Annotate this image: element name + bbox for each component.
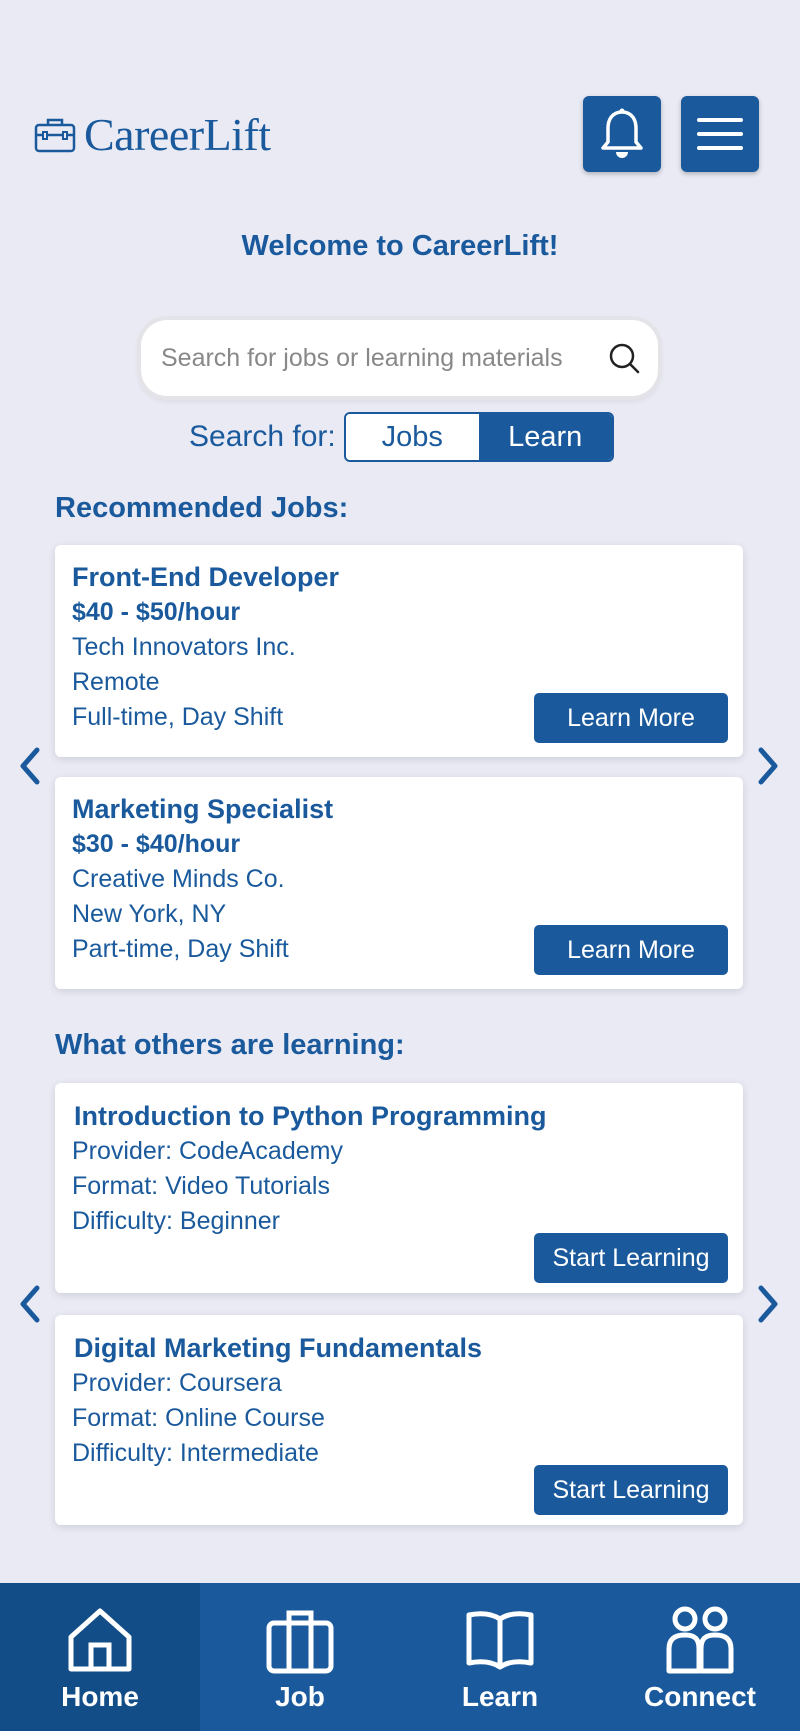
people-icon	[666, 1606, 734, 1674]
job-title: Front-End Developer	[72, 562, 340, 592]
job-card[interactable]: Front-End Developer $40 - $50/hour Tech …	[55, 545, 743, 757]
job-type: Full-time, Day Shift	[72, 703, 284, 731]
job-card[interactable]: Marketing Specialist $30 - $40/hour Crea…	[55, 777, 743, 989]
jobs-next-arrow-icon[interactable]	[753, 746, 783, 786]
search-mode-toggle: Jobs Learn	[343, 412, 614, 462]
course-card[interactable]: Introduction to Python Programming Provi…	[55, 1083, 743, 1293]
nav-home[interactable]: Home	[0, 1583, 200, 1731]
job-pay: $40 - $50/hour	[72, 598, 241, 626]
search-mode-selector: Search for: Jobs Learn	[189, 412, 614, 462]
nav-job[interactable]: Job	[200, 1583, 400, 1731]
search-icon[interactable]	[608, 342, 640, 374]
notifications-button[interactable]	[583, 96, 661, 172]
course-format: Format: Online Course	[72, 1404, 325, 1432]
briefcase-icon	[34, 118, 76, 152]
course-provider: Provider: CodeAcademy	[72, 1137, 343, 1165]
toggle-jobs[interactable]: Jobs	[345, 414, 479, 460]
course-provider: Provider: Coursera	[72, 1369, 282, 1397]
nav-connect[interactable]: Connect	[600, 1583, 800, 1731]
hamburger-menu-icon	[697, 118, 743, 150]
course-title: Digital Marketing Fundamentals	[74, 1333, 483, 1363]
recommended-jobs-heading: Recommended Jobs:	[55, 492, 349, 524]
nav-home-label: Home	[61, 1681, 139, 1712]
job-pay: $30 - $40/hour	[72, 830, 241, 858]
book-icon	[466, 1611, 534, 1670]
search-bar[interactable]	[141, 320, 658, 396]
course-difficulty: Difficulty: Beginner	[72, 1207, 280, 1235]
toggle-learn[interactable]: Learn	[478, 414, 612, 460]
nav-learn[interactable]: Learn	[400, 1583, 600, 1731]
app-name: CareerLift	[84, 109, 271, 160]
learn-more-button[interactable]: Learn More	[534, 925, 728, 975]
course-card[interactable]: Digital Marketing Fundamentals Provider:…	[55, 1315, 743, 1525]
job-company: Creative Minds Co.	[72, 865, 285, 893]
briefcase-icon	[266, 1610, 334, 1674]
learn-more-button[interactable]: Learn More	[534, 693, 728, 743]
app-logo[interactable]: CareerLift	[34, 108, 271, 161]
learning-prev-arrow-icon[interactable]	[15, 1284, 45, 1324]
job-type: Part-time, Day Shift	[72, 935, 289, 963]
learning-next-arrow-icon[interactable]	[753, 1284, 783, 1324]
learning-heading: What others are learning:	[55, 1029, 405, 1061]
course-difficulty: Difficulty: Intermediate	[72, 1439, 319, 1467]
job-title: Marketing Specialist	[72, 794, 334, 824]
home-icon	[68, 1608, 132, 1672]
search-for-label: Search for:	[189, 420, 336, 453]
bottom-navigation: Home Job Learn Connect	[0, 1583, 800, 1731]
jobs-prev-arrow-icon[interactable]	[15, 746, 45, 786]
job-company: Tech Innovators Inc.	[72, 633, 296, 661]
nav-job-label: Job	[275, 1681, 325, 1712]
start-learning-button[interactable]: Start Learning	[534, 1233, 728, 1283]
menu-button[interactable]	[681, 96, 759, 172]
nav-learn-label: Learn	[461, 1681, 539, 1712]
course-title: Introduction to Python Programming	[74, 1101, 547, 1131]
job-location: Remote	[72, 668, 160, 696]
bell-icon	[601, 108, 643, 158]
welcome-heading: Welcome to CareerLift!	[241, 230, 559, 262]
search-input[interactable]	[161, 338, 581, 378]
nav-connect-label: Connect	[644, 1681, 756, 1712]
start-learning-button[interactable]: Start Learning	[534, 1465, 728, 1515]
job-location: New York, NY	[72, 900, 227, 928]
course-format: Format: Video Tutorials	[72, 1172, 330, 1200]
